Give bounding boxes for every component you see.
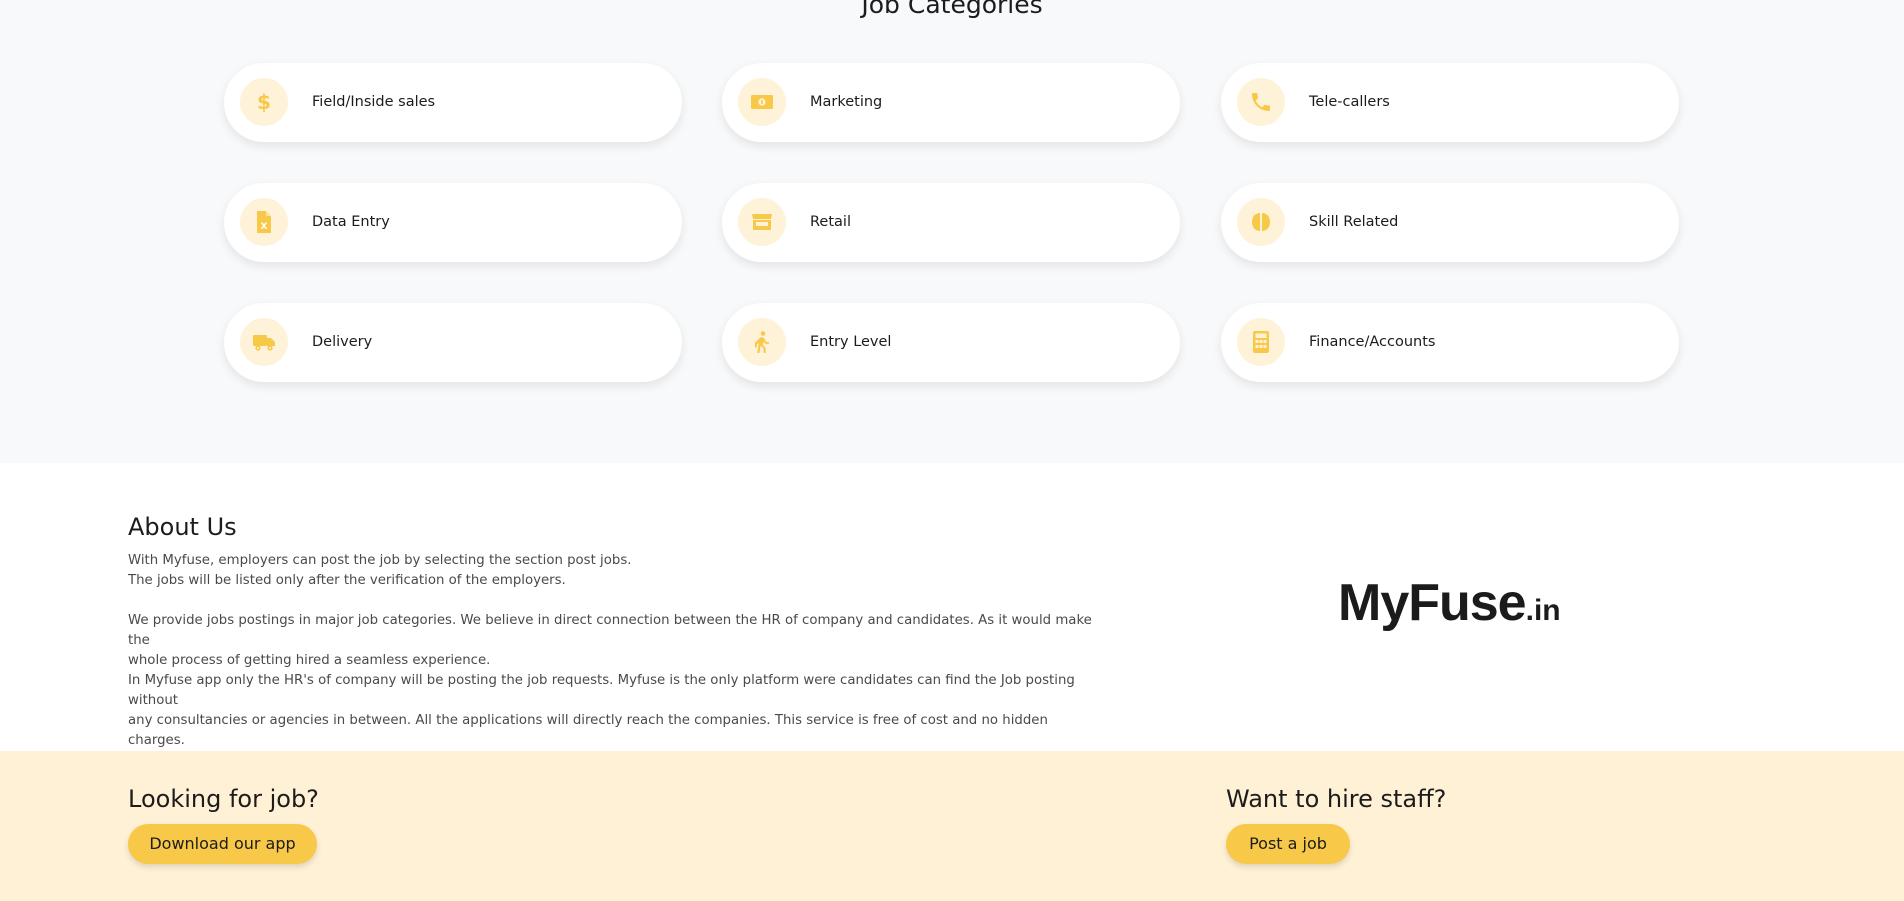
about-us-section: About Us With Myfuse, employers can post… bbox=[0, 463, 1904, 751]
money-bill-icon bbox=[738, 78, 786, 126]
category-label: Delivery bbox=[312, 334, 373, 350]
category-label: Finance/Accounts bbox=[1309, 334, 1436, 350]
about-title: About Us bbox=[128, 513, 237, 541]
category-label: Skill Related bbox=[1309, 214, 1399, 230]
store-icon bbox=[738, 198, 786, 246]
category-card-delivery[interactable]: Delivery bbox=[224, 303, 682, 382]
dollar-icon: $ bbox=[240, 78, 288, 126]
about-paragraph-1: With Myfuse, employers can post the job … bbox=[128, 553, 632, 588]
category-card-entry-level[interactable]: Entry Level bbox=[722, 303, 1180, 382]
excel-file-icon: X bbox=[240, 198, 288, 246]
brain-icon bbox=[1237, 198, 1285, 246]
phone-icon bbox=[1237, 78, 1285, 126]
svg-text:X: X bbox=[261, 222, 268, 232]
about-paragraph-3: In Myfuse app only the HR's of company w… bbox=[128, 673, 1075, 748]
myfuse-logo: MyFuse.in bbox=[1338, 573, 1561, 633]
category-label: Data Entry bbox=[312, 214, 390, 230]
calculator-icon bbox=[1237, 318, 1285, 366]
about-paragraph-2: We provide jobs postings in major job ca… bbox=[128, 613, 1092, 668]
logo-main-text: MyFuse bbox=[1338, 574, 1527, 632]
post-a-job-button[interactable]: Post a job bbox=[1226, 824, 1350, 864]
call-to-action-section: Looking for job? Download our app Want t… bbox=[0, 751, 1904, 901]
category-label: Tele-callers bbox=[1309, 94, 1390, 110]
category-label: Field/Inside sales bbox=[312, 94, 436, 110]
category-card-skill-related[interactable]: Skill Related bbox=[1221, 183, 1679, 262]
category-card-marketing[interactable]: Marketing bbox=[722, 63, 1180, 142]
category-card-field-sales[interactable]: $ Field/Inside sales bbox=[224, 63, 682, 142]
walking-person-icon bbox=[738, 318, 786, 366]
want-to-hire-heading: Want to hire staff? bbox=[1226, 785, 1447, 813]
category-card-retail[interactable]: Retail bbox=[722, 183, 1180, 262]
truck-icon bbox=[240, 318, 288, 366]
category-label: Entry Level bbox=[810, 334, 892, 350]
category-card-tele-callers[interactable]: Tele-callers bbox=[1221, 63, 1679, 142]
download-app-button[interactable]: Download our app bbox=[128, 824, 317, 864]
category-card-finance-accounts[interactable]: Finance/Accounts bbox=[1221, 303, 1679, 382]
job-categories-section: Job Categories $ Field/Inside sales Mark… bbox=[0, 0, 1904, 463]
category-label: Marketing bbox=[810, 94, 883, 110]
looking-for-job-heading: Looking for job? bbox=[128, 785, 319, 813]
category-label: Retail bbox=[810, 214, 851, 230]
svg-text:$: $ bbox=[257, 90, 271, 114]
logo-tld-text: .in bbox=[1525, 594, 1561, 627]
section-title: Job Categories bbox=[861, 0, 1043, 19]
category-card-data-entry[interactable]: X Data Entry bbox=[224, 183, 682, 262]
